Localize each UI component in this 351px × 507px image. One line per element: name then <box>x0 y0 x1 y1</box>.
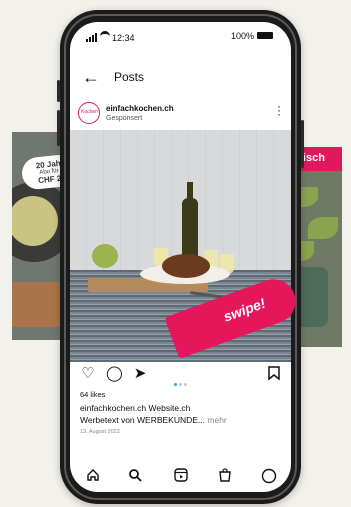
bookmark-icon[interactable] <box>266 366 282 382</box>
send-icon[interactable]: ➤ <box>132 366 148 382</box>
post-date: 13. August 2022 <box>80 429 120 435</box>
post-actions: ♡ ◯ ➤ <box>70 364 291 386</box>
sponsored-label: Gesponsert <box>106 115 143 122</box>
profile-icon[interactable] <box>260 468 278 486</box>
shop-icon[interactable] <box>216 468 234 486</box>
heart-icon[interactable]: ♡ <box>80 366 96 382</box>
more-options-icon[interactable]: · · · <box>277 100 281 120</box>
power-button <box>301 120 304 168</box>
caption-text: Werbetext von WERBEKUNDE... <box>80 415 206 425</box>
battery-icon <box>257 32 273 39</box>
status-time: 12:34 <box>112 33 135 43</box>
home-icon[interactable] <box>84 468 102 486</box>
avatar-logo: Kochen <box>81 109 98 115</box>
reels-icon[interactable] <box>172 468 190 486</box>
status-left: 12:34 <box>86 31 135 43</box>
wifi-icon <box>100 31 110 42</box>
avatar[interactable]: Kochen <box>78 102 100 124</box>
herbs <box>92 244 118 268</box>
phone-frame: 12:34 100% ← Posts Kochen einfachkochen.… <box>57 10 304 504</box>
leaf-image <box>308 217 338 239</box>
caption-line-2: Werbetext von WERBEKUNDE... mehr <box>80 415 227 425</box>
likes-count[interactable]: 64 likes <box>80 390 105 399</box>
swipe-label: swipe! <box>221 294 268 325</box>
battery-percent: 100% <box>230 31 254 41</box>
back-arrow-icon[interactable]: ← <box>82 68 100 86</box>
status-bar: 12:34 100% <box>70 22 291 50</box>
status-right: 100% <box>231 31 273 41</box>
caption-line-1: einfachkochen.ch Website.ch <box>80 403 191 413</box>
post-header: Kochen einfachkochen.ch Gesponsert · · · <box>70 100 291 130</box>
comment-icon[interactable]: ◯ <box>106 366 123 382</box>
carousel-dot <box>184 383 187 386</box>
phone-screen: 12:34 100% ← Posts Kochen einfachkochen.… <box>70 22 291 492</box>
carousel-indicator <box>174 373 189 391</box>
page-title: Posts <box>114 70 145 84</box>
more-link[interactable]: mehr <box>205 415 226 425</box>
signal-icon <box>86 33 98 42</box>
posts-header: ← Posts <box>70 66 291 92</box>
carousel-dot-active <box>174 383 177 386</box>
search-icon[interactable] <box>126 468 144 486</box>
carousel-dot <box>179 383 182 386</box>
volume-button <box>57 80 60 102</box>
account-name[interactable]: einfachkochen.ch <box>106 104 174 113</box>
bottom-tab-bar <box>70 462 291 492</box>
roast <box>162 254 210 278</box>
volume-button <box>57 110 60 146</box>
